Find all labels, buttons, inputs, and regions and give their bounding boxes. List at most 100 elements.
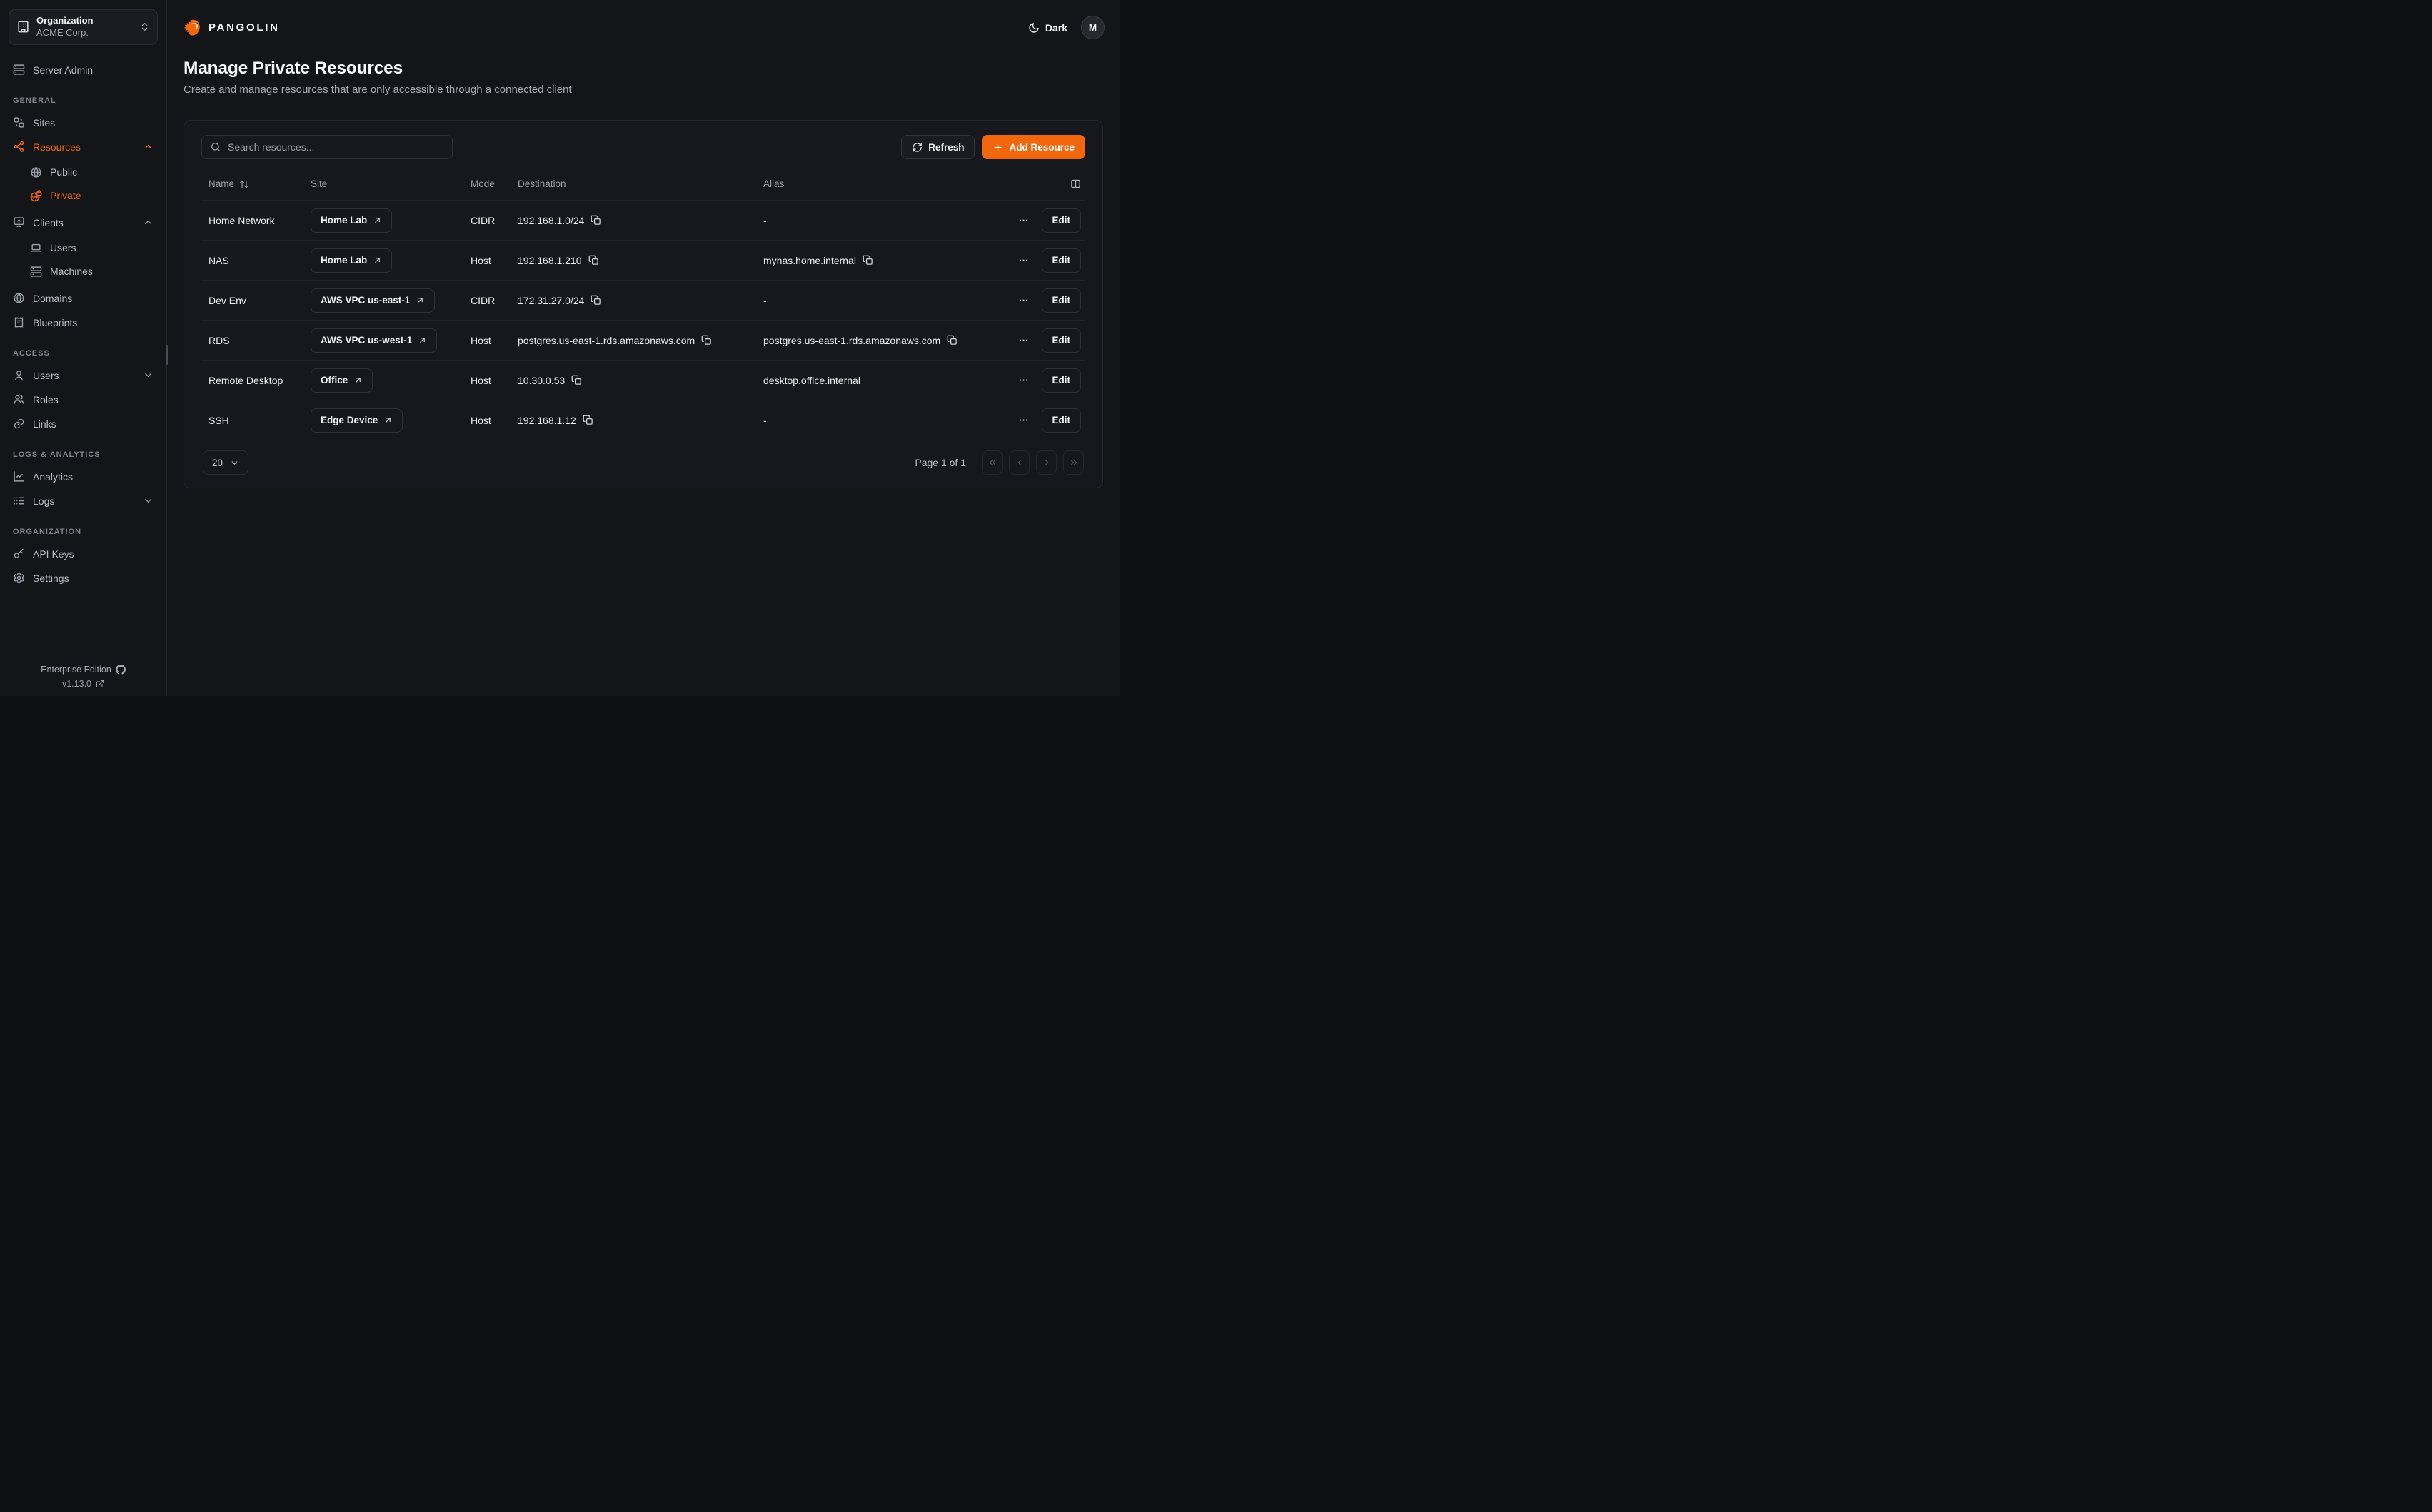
sidebar-item-domains[interactable]: Domains <box>9 286 158 311</box>
columns-icon <box>1070 178 1081 189</box>
edit-button[interactable]: Edit <box>1042 328 1082 353</box>
copy-icon <box>588 255 599 266</box>
sidebar-item-clients[interactable]: Clients <box>9 211 158 235</box>
refresh-button[interactable]: Refresh <box>901 135 975 159</box>
theme-toggle[interactable]: Dark <box>1028 22 1067 34</box>
sidebar-item-resources[interactable]: Resources <box>9 135 158 159</box>
version-row[interactable]: v1.13.0 <box>0 679 166 689</box>
ellipsis-icon <box>1018 335 1029 346</box>
prev-page-button[interactable] <box>1009 450 1030 475</box>
copy-icon <box>863 255 873 266</box>
column-header-name[interactable]: Name <box>208 178 311 189</box>
sidebar-footer: Enterprise Edition v1.13.0 <box>0 660 166 689</box>
site-link-button[interactable]: Edge Device <box>311 408 403 433</box>
edit-button[interactable]: Edit <box>1042 408 1082 433</box>
sidebar-item-server-admin[interactable]: Server Admin <box>9 58 158 82</box>
edit-button[interactable]: Edit <box>1042 208 1082 233</box>
copy-alias-button[interactable] <box>863 255 873 266</box>
row-menu-button[interactable] <box>1017 333 1030 347</box>
sidebar-item-label: Users <box>50 242 76 253</box>
ellipsis-icon <box>1018 215 1029 226</box>
add-resource-label: Add Resource <box>1009 142 1075 153</box>
copy-destination-button[interactable] <box>591 295 601 306</box>
edit-button[interactable]: Edit <box>1042 288 1082 313</box>
sidebar-item-public[interactable]: Public <box>26 161 158 184</box>
page-info: Page 1 of 1 <box>915 457 966 468</box>
row-menu-button[interactable] <box>1017 293 1030 307</box>
sidebar-item-blueprints[interactable]: Blueprints <box>9 311 158 335</box>
chevron-down-icon <box>143 495 154 506</box>
site-link-button[interactable]: Home Lab <box>311 248 392 273</box>
resource-name: Remote Desktop <box>208 375 311 386</box>
copy-destination-button[interactable] <box>591 215 601 226</box>
sidebar-item-machines[interactable]: Machines <box>26 260 158 283</box>
ellipsis-icon <box>1018 255 1029 266</box>
table-row: Remote Desktop Office Host 10.30.0.53 de… <box>201 361 1085 400</box>
resource-destination: 172.31.27.0/24 <box>518 295 584 306</box>
edit-button[interactable]: Edit <box>1042 248 1082 273</box>
site-link-button[interactable]: Office <box>311 368 373 393</box>
sidebar-item-private[interactable]: Private <box>26 184 158 208</box>
copy-destination-button[interactable] <box>588 255 599 266</box>
sidebar-item-analytics[interactable]: Analytics <box>9 465 158 489</box>
row-menu-button[interactable] <box>1017 373 1030 387</box>
chevrons-left-icon <box>988 458 998 468</box>
first-page-button[interactable] <box>982 450 1003 475</box>
sidebar-item-users[interactable]: Users <box>9 363 158 388</box>
copy-alias-button[interactable] <box>947 335 958 346</box>
sidebar-item-links[interactable]: Links <box>9 412 158 436</box>
globe-icon <box>30 166 42 178</box>
sidebar-item-roles[interactable]: Roles <box>9 388 158 412</box>
sidebar-item-api-keys[interactable]: API Keys <box>9 542 158 566</box>
moon-icon <box>1028 22 1040 34</box>
resource-mode: Host <box>471 335 518 346</box>
topbar-controls: Dark M <box>1028 16 1105 39</box>
sidebar-item-clients-users[interactable]: Users <box>26 236 158 260</box>
resource-mode: Host <box>471 415 518 426</box>
logs-icon <box>13 495 25 507</box>
add-resource-button[interactable]: Add Resource <box>982 135 1085 159</box>
table-row: SSH Edge Device Host 192.168.1.12 - Edit <box>201 400 1085 440</box>
last-page-button[interactable] <box>1063 450 1084 475</box>
search-input[interactable] <box>228 141 444 153</box>
page-subtitle: Create and manage resources that are onl… <box>184 84 1103 96</box>
org-value: ACME Corp. <box>36 27 133 39</box>
table-row: RDS AWS VPC us-west-1 Host postgres.us-e… <box>201 321 1085 361</box>
copy-icon <box>583 415 593 425</box>
sidebar-item-sites[interactable]: Sites <box>9 111 158 135</box>
row-menu-button[interactable] <box>1017 253 1030 267</box>
edition-row[interactable]: Enterprise Edition <box>0 665 166 675</box>
site-link-button[interactable]: AWS VPC us-east-1 <box>311 288 435 313</box>
copy-destination-button[interactable] <box>701 335 712 346</box>
row-menu-button[interactable] <box>1017 213 1030 227</box>
edit-button[interactable]: Edit <box>1042 368 1082 393</box>
sort-icon <box>239 179 249 189</box>
brand-logo[interactable]: PANGOLIN <box>184 19 280 37</box>
globe-lock-icon <box>30 190 42 202</box>
copy-destination-button[interactable] <box>571 375 582 385</box>
sidebar-item-label: Domains <box>33 293 72 304</box>
page-size-select[interactable]: 20 <box>203 450 248 475</box>
site-link-button[interactable]: AWS VPC us-west-1 <box>311 328 437 353</box>
building-icon <box>16 20 30 34</box>
column-visibility-button[interactable] <box>1070 178 1081 189</box>
column-header-site: Site <box>311 178 471 189</box>
resource-alias: - <box>763 415 767 426</box>
row-menu-button[interactable] <box>1017 413 1030 427</box>
resource-name: RDS <box>208 335 311 346</box>
sidebar-item-settings[interactable]: Settings <box>9 566 158 590</box>
chevron-down-icon <box>143 370 154 380</box>
table-row: NAS Home Lab Host 192.168.1.210 mynas.ho… <box>201 241 1085 281</box>
org-switcher[interactable]: Organization ACME Corp. <box>9 9 158 45</box>
resource-destination: 192.168.1.210 <box>518 255 582 266</box>
site-link-button[interactable]: Home Lab <box>311 208 392 233</box>
page-size-value: 20 <box>212 458 223 468</box>
next-page-button[interactable] <box>1036 450 1057 475</box>
sidebar-item-logs[interactable]: Logs <box>9 489 158 513</box>
chart-line-icon <box>13 470 25 483</box>
avatar[interactable]: M <box>1081 16 1105 39</box>
page-title: Manage Private Resources <box>184 59 1103 79</box>
sidebar-item-label: Users <box>33 370 59 381</box>
copy-icon <box>571 375 582 385</box>
copy-destination-button[interactable] <box>583 415 593 425</box>
